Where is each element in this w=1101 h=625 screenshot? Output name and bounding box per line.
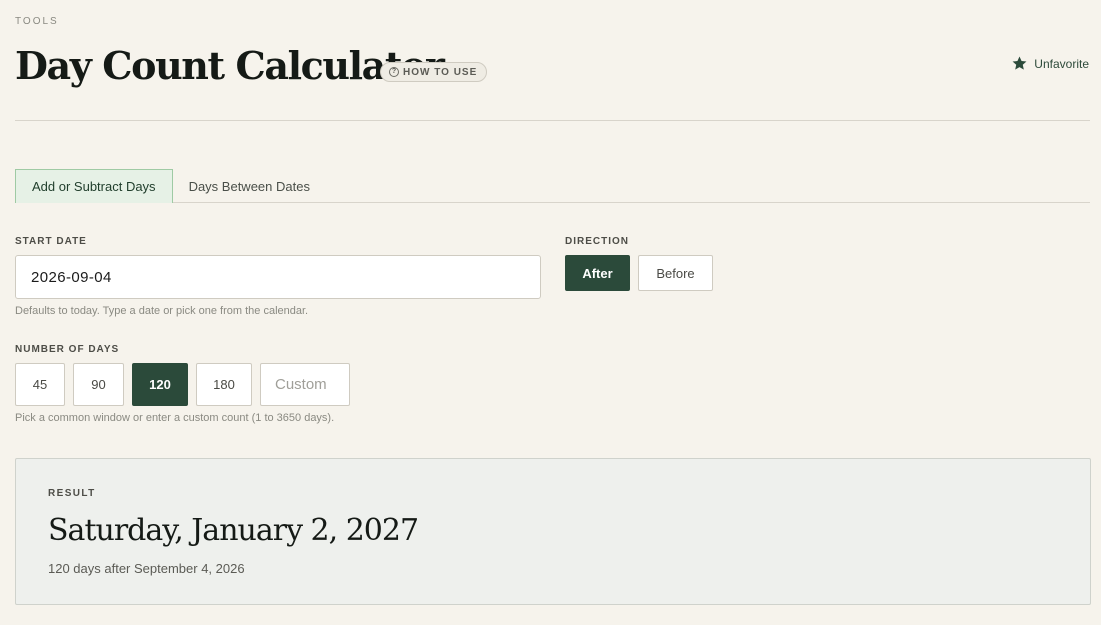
- tab-add-subtract-days[interactable]: Add or Subtract Days: [15, 169, 173, 203]
- start-date-input[interactable]: [15, 255, 541, 299]
- how-to-use-button[interactable]: ? HOW TO USE: [380, 62, 488, 82]
- result-date: Saturday, January 2, 2027: [48, 513, 419, 548]
- days-option-120[interactable]: 120: [132, 363, 188, 406]
- result-label: RESULT: [48, 488, 96, 499]
- custom-days-input[interactable]: [260, 363, 350, 406]
- direction-after-button[interactable]: After: [565, 255, 630, 291]
- mode-tabs: Add or Subtract Days Days Between Dates: [15, 169, 1090, 203]
- tab-days-between-dates[interactable]: Days Between Dates: [173, 169, 326, 203]
- star-icon: [1012, 56, 1027, 70]
- direction-label: DIRECTION: [565, 236, 629, 247]
- unfavorite-label: Unfavorite: [1034, 56, 1089, 71]
- question-circle-icon: ?: [389, 67, 399, 77]
- days-option-90[interactable]: 90: [73, 363, 124, 406]
- result-panel: RESULT Saturday, January 2, 2027 120 day…: [15, 458, 1091, 605]
- start-date-label: START DATE: [15, 236, 87, 247]
- days-option-45[interactable]: 45: [15, 363, 65, 406]
- unfavorite-button[interactable]: Unfavorite: [1011, 55, 1089, 72]
- number-of-days-label: NUMBER OF DAYS: [15, 344, 120, 355]
- header-divider: [15, 120, 1090, 121]
- page-title: Day Count Calculator: [15, 43, 445, 88]
- how-to-use-label: HOW TO USE: [403, 66, 478, 78]
- number-of-days-hint: Pick a common window or enter a custom c…: [15, 412, 335, 424]
- direction-before-button[interactable]: Before: [638, 255, 713, 291]
- section-eyebrow: TOOLS: [15, 16, 59, 27]
- days-option-180[interactable]: 180: [196, 363, 252, 406]
- start-date-hint: Defaults to today. Type a date or pick o…: [15, 305, 309, 317]
- result-summary: 120 days after September 4, 2026: [48, 561, 245, 576]
